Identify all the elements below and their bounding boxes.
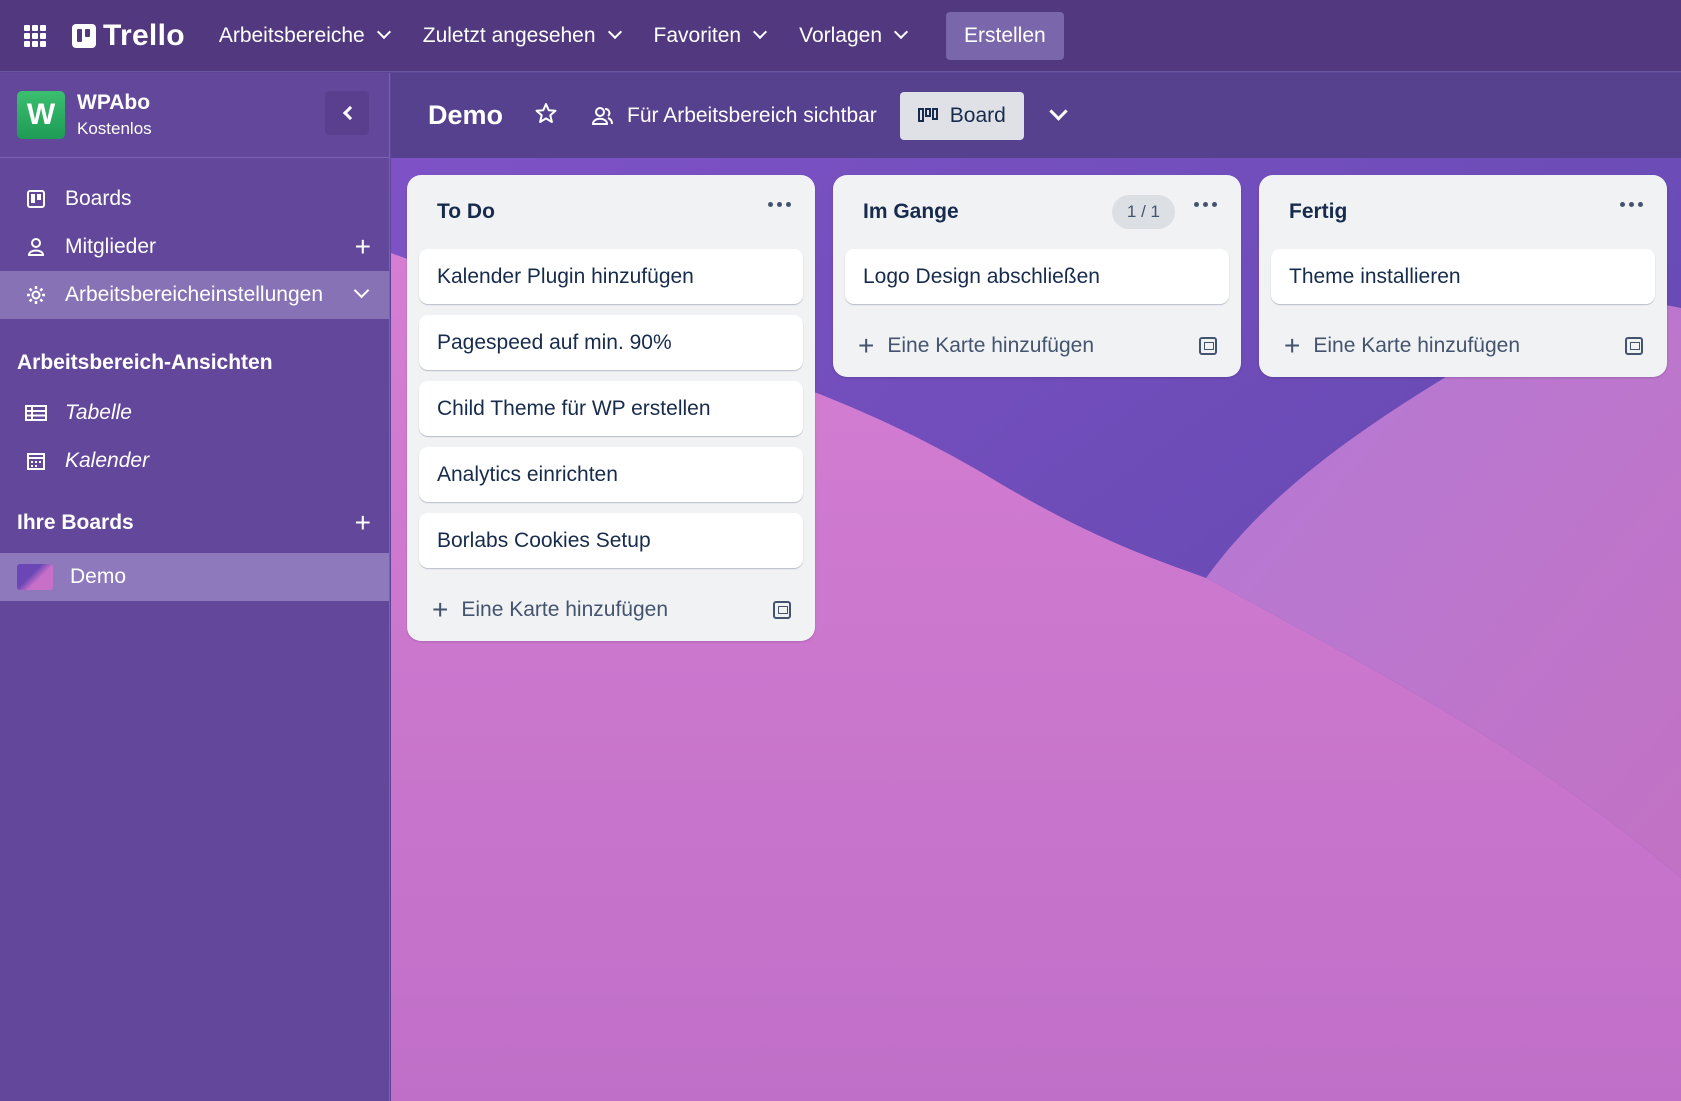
sidebar-board-demo[interactable]: Demo (0, 553, 389, 601)
list-menu-icon[interactable] (1620, 202, 1643, 207)
table-icon (25, 402, 47, 424)
trello-logo-icon (72, 23, 96, 48)
card[interactable]: Child Theme für WP erstellen (419, 381, 803, 436)
list-title[interactable]: Fertig (1289, 200, 1347, 224)
board-thumbnail (17, 564, 53, 590)
sidebar-item-boards[interactable]: Boards (0, 175, 389, 223)
nav-favoriten[interactable]: Favoriten (654, 24, 768, 48)
visibility-button[interactable]: Für Arbeitsbereich sichtbar (591, 104, 877, 128)
people-icon (592, 106, 614, 125)
list-im-gange: Im Gange 1 / 1 Logo Design abschließen +… (833, 175, 1241, 377)
chevron-down-icon (376, 24, 391, 40)
nav-vorlagen[interactable]: Vorlagen (799, 24, 909, 48)
card[interactable]: Pagespeed auf min. 90% (419, 315, 803, 370)
list-title[interactable]: To Do (437, 200, 495, 224)
board-title[interactable]: Demo (428, 100, 503, 131)
board-header: Demo Für Arbeitsbereich sichtbar Board (391, 73, 1681, 158)
workspace-header: W WPAbo Kostenlos (0, 73, 389, 158)
sidebar-item-kalender[interactable]: Kalender (0, 437, 389, 485)
chevron-down-icon[interactable] (353, 282, 370, 299)
add-card-button[interactable]: + Eine Karte hinzufügen (833, 315, 1241, 377)
plus-icon: + (1284, 330, 1301, 361)
list-title[interactable]: Im Gange (863, 200, 959, 224)
nav-zuletzt-angesehen[interactable]: Zuletzt angesehen (423, 24, 622, 48)
card[interactable]: Analytics einrichten (419, 447, 803, 502)
card[interactable]: Logo Design abschließen (845, 249, 1229, 304)
list-menu-icon[interactable] (768, 202, 791, 207)
list-menu-icon[interactable] (1194, 202, 1217, 207)
create-button[interactable]: Erstellen (946, 11, 1064, 60)
board-view-button[interactable]: Board (899, 91, 1024, 140)
boards-section-title: Ihre Boards + (17, 507, 371, 538)
views-section-title: Arbeitsbereich-Ansichten (17, 351, 273, 374)
person-icon (25, 236, 47, 258)
board-icon (25, 188, 47, 210)
sidebar-item-mitglieder[interactable]: Mitglieder + (0, 223, 389, 271)
top-nav: Arbeitsbereiche Zuletzt angesehen Favori… (219, 11, 1064, 60)
view-switch-chevron-icon[interactable] (1049, 102, 1068, 121)
add-card-button[interactable]: + Eine Karte hinzufügen (407, 579, 815, 641)
add-card-button[interactable]: + Eine Karte hinzufügen (1259, 315, 1667, 377)
chevron-down-icon (607, 24, 622, 40)
plus-icon: + (432, 594, 449, 625)
card[interactable]: Borlabs Cookies Setup (419, 513, 803, 568)
board-view-icon (917, 107, 938, 122)
app-switcher-icon[interactable] (24, 24, 46, 47)
template-icon[interactable] (1199, 337, 1217, 355)
nav-arbeitsbereiche[interactable]: Arbeitsbereiche (219, 24, 391, 48)
trello-logo[interactable]: Trello (72, 19, 185, 53)
star-icon[interactable] (535, 102, 557, 130)
sidebar-item-einstellungen[interactable]: Arbeitsbereicheinstellungen (0, 271, 389, 319)
workspace-name: WPAbo (77, 91, 151, 114)
sidebar-item-tabelle[interactable]: Tabelle (0, 389, 389, 437)
chevron-left-icon (342, 105, 357, 121)
template-icon[interactable] (1625, 337, 1643, 355)
plus-icon: + (858, 330, 875, 361)
workspace-avatar[interactable]: W (17, 91, 65, 139)
chevron-down-icon (893, 24, 909, 40)
add-member-icon[interactable]: + (355, 233, 371, 261)
top-bar: Trello Arbeitsbereiche Zuletzt angesehen… (0, 0, 1681, 72)
list-to-do: To Do Kalender Plugin hinzufügen Pagespe… (407, 175, 815, 641)
calendar-icon (25, 450, 47, 472)
card[interactable]: Kalender Plugin hinzufügen (419, 249, 803, 304)
card[interactable]: Theme installieren (1271, 249, 1655, 304)
card-count-badge: 1 / 1 (1111, 195, 1175, 229)
template-icon[interactable] (773, 601, 791, 619)
list-fertig: Fertig Theme installieren + Eine Karte h… (1259, 175, 1667, 377)
sidebar: W WPAbo Kostenlos Boards Mitglieder + Ar… (0, 73, 390, 1101)
collapse-sidebar-button[interactable] (325, 91, 369, 135)
gear-icon (25, 284, 47, 306)
add-board-icon[interactable]: + (355, 509, 371, 537)
workspace-plan: Kostenlos (77, 119, 152, 138)
chevron-down-icon (753, 24, 768, 40)
